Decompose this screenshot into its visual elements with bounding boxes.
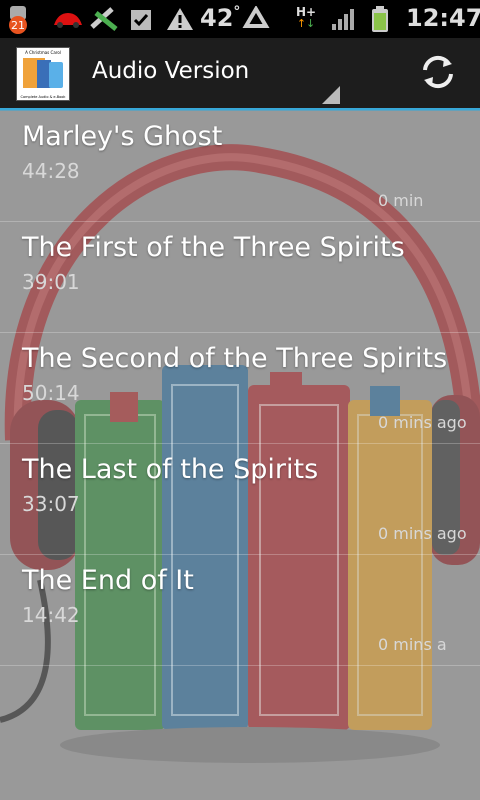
track-duration: 14:42 bbox=[22, 603, 80, 627]
refresh-icon bbox=[418, 52, 458, 96]
list-item[interactable]: The End of It 14:42 0 mins a bbox=[0, 555, 480, 666]
track-list: Marley's Ghost 44:28 0 min The First of … bbox=[0, 111, 480, 666]
track-last-played: 0 mins ago bbox=[378, 524, 467, 543]
list-item[interactable]: The First of the Three Spirits 39:01 bbox=[0, 222, 480, 333]
track-last-played: 0 mins ago bbox=[378, 413, 467, 432]
track-title: The Second of the Three Spirits bbox=[22, 343, 448, 374]
list-item[interactable]: Marley's Ghost 44:28 0 min bbox=[0, 111, 480, 222]
refresh-button[interactable] bbox=[412, 48, 464, 100]
network-type-icon: H+ ↑↓ bbox=[296, 5, 317, 30]
clock: 12:47 bbox=[406, 4, 480, 32]
track-duration: 50:14 bbox=[22, 381, 80, 405]
list-item[interactable]: The Last of the Spirits 33:07 0 mins ago bbox=[0, 444, 480, 555]
action-bar: A Christmas Carol Complete Audio & e-Boo… bbox=[0, 38, 480, 111]
warning-icon bbox=[166, 6, 194, 32]
svg-text:21: 21 bbox=[11, 19, 25, 32]
track-title: The Last of the Spirits bbox=[22, 454, 319, 485]
app-logo[interactable]: A Christmas Carol Complete Audio & e-Boo… bbox=[16, 47, 70, 101]
list-item[interactable]: The Second of the Three Spirits 50:14 0 … bbox=[0, 333, 480, 444]
cars-icon bbox=[52, 6, 84, 32]
recycle-icon bbox=[242, 6, 270, 32]
track-duration: 44:28 bbox=[22, 159, 80, 183]
track-title: The End of It bbox=[22, 565, 194, 596]
track-last-played: 0 min bbox=[378, 191, 424, 210]
track-last-played: 0 mins a bbox=[378, 635, 447, 654]
sync-arrows-icon bbox=[88, 6, 122, 32]
task-check-icon bbox=[128, 6, 154, 32]
svg-text:A Christmas Carol: A Christmas Carol bbox=[25, 50, 61, 55]
track-title: The First of the Three Spirits bbox=[22, 232, 405, 263]
notification-icon: 21 bbox=[4, 6, 48, 34]
temperature-text: 42° bbox=[200, 4, 241, 32]
track-duration: 39:01 bbox=[22, 270, 80, 294]
signal-icon bbox=[330, 6, 358, 32]
spinner-indicator-icon[interactable] bbox=[322, 86, 340, 104]
svg-text:Complete Audio & e-Book: Complete Audio & e-Book bbox=[21, 95, 67, 99]
track-duration: 33:07 bbox=[22, 492, 80, 516]
screen-title[interactable]: Audio Version bbox=[92, 58, 249, 84]
track-title: Marley's Ghost bbox=[22, 121, 223, 152]
status-bar: 21 42° H+ ↑↓ 12:47 bbox=[0, 0, 480, 38]
battery-icon bbox=[370, 6, 390, 32]
